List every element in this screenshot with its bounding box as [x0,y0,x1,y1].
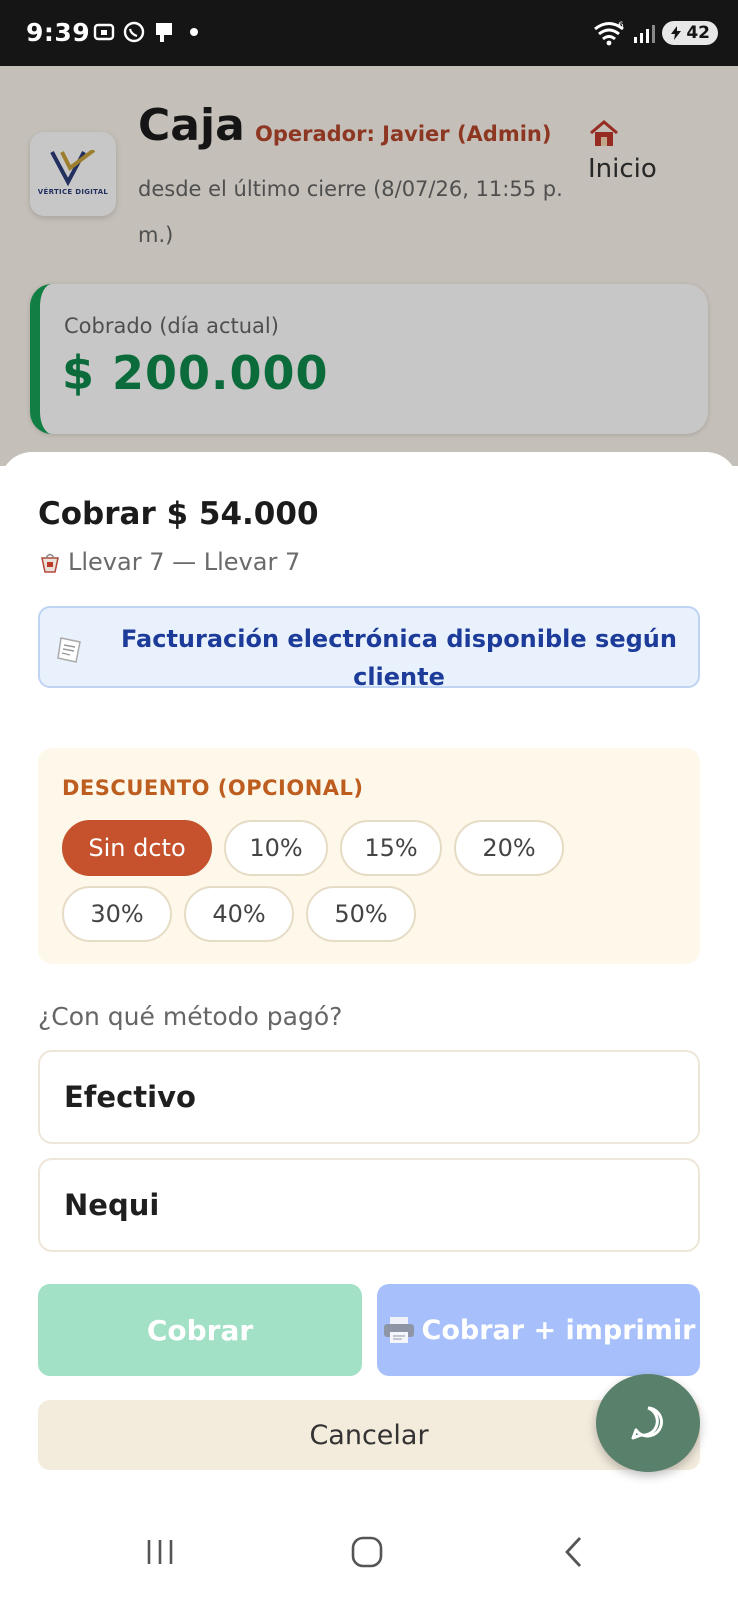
status-bar: 9:39 6 42 [0,0,738,66]
signal-icon [634,25,656,43]
battery-icon: 42 [662,21,718,45]
method-option-efectivo[interactable]: Efectivo [38,1050,700,1144]
charge-sheet: Cobrar $ 54.000 Llevar 7 — Llevar 7 Fact… [0,452,738,1502]
discount-label: DESCUENTO (OPCIONAL) [62,776,364,800]
wifi-icon: 6 [594,21,624,46]
battery-level: 42 [686,23,710,43]
chat-bubble-icon [631,1406,663,1440]
discount-section: DESCUENTO (OPCIONAL) Sin dcto 10% 15% 20… [38,748,700,964]
status-time: 9:39 [26,18,91,47]
whatsapp-icon [123,21,145,43]
discount-chip-20[interactable]: 20% [454,820,564,876]
phone-case-icon [156,23,172,42]
payment-method-question: ¿Con qué método pagó? [38,1002,343,1031]
chat-fab[interactable] [596,1374,700,1472]
discount-chip-30[interactable]: 30% [62,886,172,942]
method-option-nequi[interactable]: Nequi [38,1158,700,1252]
receipt-icon [57,637,81,663]
order-subtitle: Llevar 7 — Llevar 7 [38,548,300,576]
invoice-info-banner: Facturación electrónica disponible según… [38,606,700,691]
home-circle-icon [351,1536,383,1568]
printer-icon [383,1317,414,1343]
takeout-box-icon [41,553,59,573]
screenshot-icon [93,23,115,41]
sheet-title: Cobrar $ 54.000 [38,496,319,532]
charging-bolt-icon [671,26,682,40]
invoice-info-text: Facturación electrónica disponible según… [121,625,677,691]
back-icon [565,1537,582,1567]
status-right-icons: 6 42 [592,20,718,46]
back-button[interactable] [552,1532,596,1572]
discount-chip-50[interactable]: 50% [306,886,416,942]
discount-chip-40[interactable]: 40% [184,886,294,942]
charge-print-label: Cobrar + imprimir [421,1314,696,1346]
recents-button[interactable] [138,1532,182,1572]
home-button[interactable] [345,1532,389,1572]
discount-chip-15[interactable]: 15% [340,820,442,876]
discount-chip-none[interactable]: Sin dcto [62,820,212,876]
notification-dot [190,28,198,36]
status-left-icons [92,20,198,44]
charge-button[interactable]: Cobrar [38,1284,362,1376]
system-nav-bar [0,1502,738,1600]
recents-icon [147,1540,173,1564]
order-label: Llevar 7 — Llevar 7 [68,548,301,576]
modal-scrim[interactable] [0,66,738,466]
discount-chip-10[interactable]: 10% [224,820,328,876]
charge-print-button[interactable]: Cobrar + imprimir [377,1284,700,1376]
svg-text:6: 6 [618,21,624,31]
